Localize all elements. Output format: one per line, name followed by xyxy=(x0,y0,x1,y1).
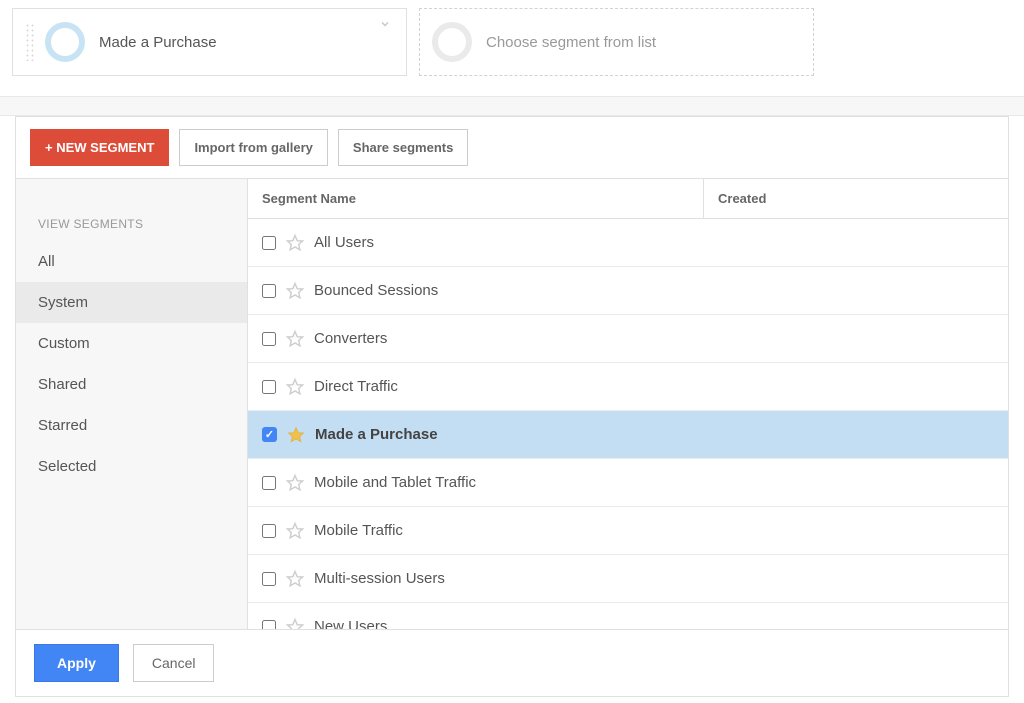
import-gallery-button[interactable]: Import from gallery xyxy=(179,129,327,166)
segment-name: Converters xyxy=(314,330,387,347)
row-checkbox[interactable] xyxy=(262,427,277,442)
separator-stripe xyxy=(0,96,1024,116)
star-icon[interactable] xyxy=(286,232,304,253)
star-icon[interactable] xyxy=(286,280,304,301)
row-checkbox[interactable] xyxy=(262,332,276,346)
star-icon[interactable] xyxy=(286,472,304,493)
chevron-down-icon[interactable] xyxy=(376,17,394,35)
segment-name: All Users xyxy=(314,234,374,251)
add-segment-placeholder[interactable]: Choose segment from list xyxy=(419,8,814,76)
new-segment-button[interactable]: + NEW SEGMENT xyxy=(30,129,169,166)
segment-row[interactable]: New Users xyxy=(248,603,1008,629)
column-created[interactable]: Created xyxy=(703,179,913,218)
dialog-body: VIEW SEGMENTS AllSystemCustomSharedStarr… xyxy=(16,179,1008,629)
share-segments-button[interactable]: Share segments xyxy=(338,129,468,166)
sidebar-item-system[interactable]: System xyxy=(16,282,247,323)
star-icon[interactable] xyxy=(286,376,304,397)
cancel-button[interactable]: Cancel xyxy=(133,644,215,682)
segment-name: Made a Purchase xyxy=(315,426,438,443)
table-header: Segment Name Created xyxy=(248,179,1008,219)
sidebar-item-all[interactable]: All xyxy=(16,241,247,282)
row-checkbox[interactable] xyxy=(262,572,276,586)
segment-row[interactable]: Multi-session Users xyxy=(248,555,1008,603)
star-icon[interactable] xyxy=(287,424,305,445)
drag-handle[interactable] xyxy=(25,23,35,61)
segment-name: Mobile and Tablet Traffic xyxy=(314,474,476,491)
sidebar-item-selected[interactable]: Selected xyxy=(16,446,247,487)
segment-row[interactable]: All Users xyxy=(248,219,1008,267)
column-segment-name[interactable]: Segment Name xyxy=(248,179,703,218)
segment-name: Mobile Traffic xyxy=(314,522,403,539)
segment-name: Direct Traffic xyxy=(314,378,398,395)
segment-row[interactable]: Bounced Sessions xyxy=(248,267,1008,315)
star-icon[interactable] xyxy=(286,616,304,629)
dialog-footer: Apply Cancel xyxy=(16,629,1008,696)
placeholder-circle-icon xyxy=(432,22,472,62)
segment-color-circle xyxy=(45,22,85,62)
segment-sidebar: VIEW SEGMENTS AllSystemCustomSharedStarr… xyxy=(16,179,248,629)
add-segment-label: Choose segment from list xyxy=(486,34,656,51)
sidebar-item-shared[interactable]: Shared xyxy=(16,364,247,405)
row-checkbox[interactable] xyxy=(262,620,276,630)
star-icon[interactable] xyxy=(286,520,304,541)
row-checkbox[interactable] xyxy=(262,476,276,490)
star-icon[interactable] xyxy=(286,568,304,589)
segment-picker-bar: Made a Purchase Choose segment from list xyxy=(0,0,1024,96)
sidebar-item-custom[interactable]: Custom xyxy=(16,323,247,364)
segment-row[interactable]: Converters xyxy=(248,315,1008,363)
active-segment-chip[interactable]: Made a Purchase xyxy=(12,8,407,76)
segment-dialog: + NEW SEGMENT Import from gallery Share … xyxy=(15,116,1009,697)
row-checkbox[interactable] xyxy=(262,380,276,394)
segment-row[interactable]: Mobile and Tablet Traffic xyxy=(248,459,1008,507)
segment-row[interactable]: Mobile Traffic xyxy=(248,507,1008,555)
segment-name: Bounced Sessions xyxy=(314,282,438,299)
dialog-toolbar: + NEW SEGMENT Import from gallery Share … xyxy=(16,117,1008,179)
sidebar-heading: VIEW SEGMENTS xyxy=(16,209,247,241)
segment-name: Multi-session Users xyxy=(314,570,445,587)
segment-table: Segment Name Created All Users Bounced Se… xyxy=(248,179,1008,629)
star-icon[interactable] xyxy=(286,328,304,349)
segment-name: New Users xyxy=(314,618,387,629)
active-segment-label: Made a Purchase xyxy=(99,34,217,51)
segment-row[interactable]: Direct Traffic xyxy=(248,363,1008,411)
sidebar-item-starred[interactable]: Starred xyxy=(16,405,247,446)
row-checkbox[interactable] xyxy=(262,524,276,538)
apply-button[interactable]: Apply xyxy=(34,644,119,682)
row-checkbox[interactable] xyxy=(262,284,276,298)
segment-row[interactable]: Made a Purchase xyxy=(248,411,1008,459)
row-checkbox[interactable] xyxy=(262,236,276,250)
